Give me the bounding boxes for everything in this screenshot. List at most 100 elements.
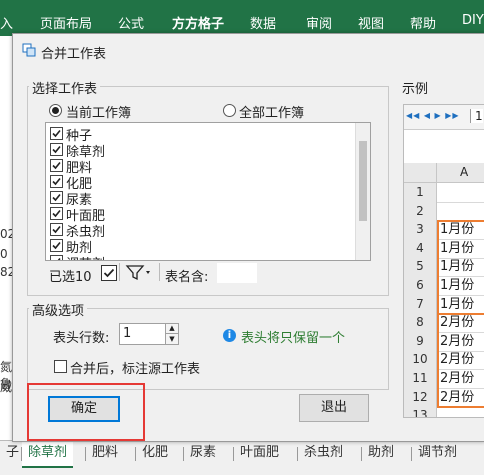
header-info-text: 表头将只保留一个 <box>241 331 346 346</box>
merge-sheets-icon <box>22 43 36 57</box>
preview-row-number: 5 <box>404 257 437 277</box>
divider <box>159 263 160 281</box>
preview-row-number: 12 <box>404 387 437 407</box>
radio-selected-dot <box>52 107 59 114</box>
sheet-tab-bar: 子除草剂 肥料 化肥 尿素 叶面肥 杀虫剂 助剂 调节剂 <box>0 440 484 475</box>
preview-row-number: 10 <box>404 350 437 370</box>
ribbon-tab[interactable]: 页面布局 <box>40 13 92 32</box>
checkmark-icon <box>52 241 61 250</box>
preview-sheet-tab: 1 <box>470 109 483 123</box>
checkmark-icon <box>52 177 61 186</box>
preview-row: 2 <box>404 201 484 222</box>
advanced-options-label: 高级选项 <box>29 300 88 319</box>
preview-sheet-nav: ◀◀ ◀ ▶ ▶▶ 1 <box>404 105 484 130</box>
preview-column-a: A <box>460 165 469 179</box>
sheet-tab-separator <box>183 447 184 461</box>
checkmark-icon <box>52 145 61 154</box>
sheet-tab[interactable]: 杀虫剂 <box>298 442 349 466</box>
background-cell: 威 <box>0 380 13 394</box>
radio-current-workbook-label[interactable]: 当前工作簿 <box>66 102 131 121</box>
mark-source-label[interactable]: 合并后，标注源工作表 <box>70 358 200 377</box>
exit-button[interactable]: 退出 <box>299 394 369 422</box>
sheet-checkbox[interactable] <box>50 159 63 172</box>
stepper-down-button[interactable]: ▼ <box>165 334 178 344</box>
sheet-name: 调节剂 <box>66 253 105 260</box>
sheet-checkbox[interactable] <box>50 255 63 260</box>
ribbon-tab[interactable]: 视图 <box>358 13 384 32</box>
preview-row-number: 6 <box>404 276 437 295</box>
sheet-checkbox[interactable] <box>50 207 63 220</box>
ribbon-tab[interactable]: 帮助 <box>410 13 436 32</box>
radio-all-workbooks[interactable] <box>223 104 236 117</box>
dialog-title: 合并工作表 <box>41 47 107 62</box>
sheet-checkbox[interactable] <box>50 191 63 204</box>
stepper-up-button[interactable]: ▲ <box>165 324 178 334</box>
sheet-checkbox[interactable] <box>50 175 63 188</box>
preview-row-number: 2 <box>404 201 437 221</box>
sheet-name-filter-input[interactable] <box>217 263 257 283</box>
checkmark-icon <box>52 209 61 218</box>
preview-row-number: 11 <box>404 369 437 388</box>
merge-sheets-dialog: 合并工作表 选择工作表 当前工作簿 全部工作簿 种子 除草剂 肥料 化肥 尿素 叶面肥 杀虫… <box>12 33 484 442</box>
checkmark-icon <box>52 225 61 234</box>
preview-corner-cell <box>404 163 437 182</box>
checkmark-icon <box>52 129 61 138</box>
select-all-checkbox[interactable] <box>101 265 117 281</box>
preview-highlight-feb <box>437 313 484 409</box>
checkmark-icon <box>103 268 115 278</box>
sheet-tab[interactable]: 肥料 <box>86 442 124 466</box>
filter-icon <box>125 265 150 281</box>
preview-row-number: 7 <box>404 294 437 314</box>
radio-current-workbook[interactable] <box>49 104 62 117</box>
checkmark-icon <box>57 257 61 260</box>
header-rows-stepper[interactable]: 1 ▲ ▼ <box>119 323 179 345</box>
preview-row-number: 1 <box>404 183 437 202</box>
preview-column-header: A <box>404 163 484 183</box>
selected-count: 已选10 <box>49 270 92 285</box>
ribbon-tab[interactable]: 公式 <box>118 13 144 32</box>
info-icon: i <box>223 329 236 342</box>
ribbon-tab[interactable]: 审阅 <box>306 13 332 32</box>
sheet-tab-separator <box>297 447 298 461</box>
sheet-tab-separator <box>21 447 22 461</box>
divider <box>119 263 120 281</box>
sheet-checkbox[interactable] <box>50 223 63 236</box>
ribbon-tabs: 入 页面布局 公式 方方格子 数据 审阅 视图 帮助 DIY <box>0 0 484 36</box>
sheet-tab[interactable]: 助剂 <box>362 442 400 466</box>
sheet-checklist[interactable]: 种子除草剂肥料化肥尿素叶面肥杀虫剂助剂调节剂 <box>45 122 371 261</box>
preview-highlight-jan <box>437 220 484 316</box>
radio-all-workbooks-label[interactable]: 全部工作簿 <box>239 102 304 121</box>
checkmark-icon <box>52 161 61 170</box>
header-rows-value[interactable]: 1 <box>123 326 131 341</box>
preview-pane: ◀◀ ◀ ▶ ▶▶ 1 A 1 2 3 1月份 4 1月份 5 1月份 6 1月份 7 1月份 8 2月份… <box>403 104 484 418</box>
sheet-tab-separator <box>85 447 86 461</box>
sheet-tab-separator <box>411 447 412 461</box>
preview-row-number: 13 <box>404 406 437 417</box>
ribbon-tab[interactable]: 方方格子 <box>172 13 224 32</box>
ribbon-tab[interactable]: 数据 <box>250 13 276 32</box>
preview-row: 1 <box>404 183 484 203</box>
ribbon-tab[interactable]: 入 <box>0 13 13 32</box>
sheet-tab[interactable]: 尿素 <box>184 442 222 466</box>
list-scrollbar-thumb[interactable] <box>359 141 367 221</box>
advanced-options-group <box>27 308 389 390</box>
annotation-highlight-box <box>27 383 145 441</box>
preview-row-number: 3 <box>404 220 437 240</box>
sheet-name-filter-label: 表名含: <box>165 270 209 285</box>
preview-row-number: 4 <box>404 238 437 258</box>
sheet-checkbox[interactable] <box>50 127 63 140</box>
sheet-checkbox[interactable] <box>50 239 63 252</box>
sheet-tab[interactable]: 除草剂 <box>22 442 74 468</box>
sheet-tab-separator <box>135 447 136 461</box>
sheet-nav-arrows-icon: ◀◀ ◀ ▶ ▶▶ <box>406 111 460 120</box>
header-rows-label: 表头行数: <box>53 331 110 346</box>
list-scrollbar[interactable] <box>355 123 370 260</box>
filter-button[interactable] <box>125 263 155 281</box>
sheet-tab[interactable]: 叶面肥 <box>234 442 285 466</box>
mark-source-checkbox[interactable] <box>54 360 67 373</box>
sheet-tab-separator <box>233 447 234 461</box>
ribbon-tab[interactable]: DIY <box>462 13 484 28</box>
sheet-tab[interactable]: 调节剂 <box>412 442 463 466</box>
sheet-checkbox[interactable] <box>50 143 63 156</box>
sheet-tab[interactable]: 化肥 <box>136 442 174 466</box>
